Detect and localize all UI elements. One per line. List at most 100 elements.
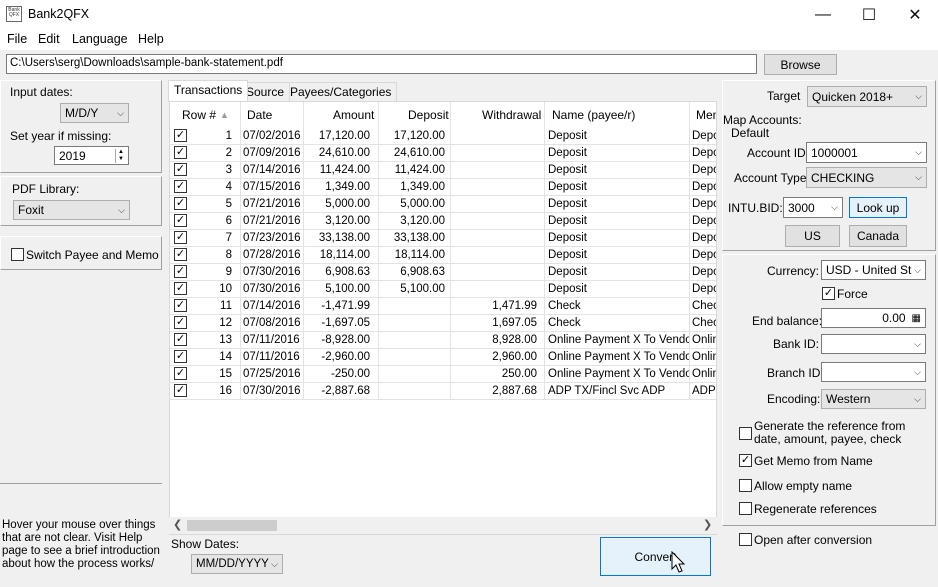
- row-include-checkbox[interactable]: ✓: [174, 316, 187, 329]
- file-path-input[interactable]: C:\Users\serg\Downloads\sample-bank-stat…: [6, 54, 757, 74]
- cell-withdrawal[interactable]: 250.00: [470, 368, 537, 380]
- minimize-button[interactable]: —: [800, 0, 846, 30]
- cell-amount[interactable]: 24,610.00: [304, 147, 370, 159]
- table-row[interactable]: ✓ 5 07/21/2016 5,000.00 5,000.00 Deposit Depo: [170, 196, 716, 213]
- cell-memo[interactable]: Depo: [692, 232, 716, 244]
- col-row-number[interactable]: Row #: [182, 108, 216, 122]
- cell-memo[interactable]: Onlin: [692, 334, 716, 346]
- force-checkbox[interactable]: ✓: [822, 287, 835, 300]
- cell-amount[interactable]: 5,000.00: [304, 198, 370, 210]
- scroll-thumb[interactable]: [187, 520, 277, 531]
- cell-n[interactable]: 10: [190, 283, 232, 295]
- row-include-checkbox[interactable]: ✓: [174, 231, 187, 244]
- menu-file[interactable]: File: [7, 32, 27, 46]
- cell-n[interactable]: 12: [190, 317, 232, 329]
- convert-button[interactable]: Convert: [600, 537, 711, 576]
- table-row[interactable]: ✓ 10 07/30/2016 5,100.00 5,100.00 Deposit Depo: [170, 281, 716, 298]
- cell-deposit[interactable]: 24,610.00: [380, 147, 445, 159]
- table-row[interactable]: ✓ 1 07/02/2016 17,120.00 17,120.00 Deposit Dep…: [170, 128, 716, 145]
- cell-withdrawal[interactable]: 1,471.99: [470, 300, 537, 312]
- cell-amount[interactable]: 3,120.00: [304, 215, 370, 227]
- cell-amount[interactable]: -1,697.05: [304, 317, 370, 329]
- cell-n[interactable]: 16: [190, 385, 232, 397]
- target-select[interactable]: Quicken 2018+ ⌵: [807, 86, 927, 107]
- row-include-checkbox[interactable]: ✓: [174, 367, 187, 380]
- cell-n[interactable]: 6: [190, 215, 232, 227]
- cell-name[interactable]: Online Payment X To Vendor: [548, 368, 690, 380]
- cell-deposit[interactable]: 6,908.63: [380, 266, 445, 278]
- cell-n[interactable]: 5: [190, 198, 232, 210]
- cell-amount[interactable]: -1,471.99: [304, 300, 370, 312]
- cell-n[interactable]: 13: [190, 334, 232, 346]
- cell-memo[interactable]: Depo: [692, 147, 716, 159]
- col-date[interactable]: Date: [247, 108, 272, 122]
- encoding-select[interactable]: Western ⌵: [821, 389, 926, 409]
- scroll-left-icon[interactable]: ❮: [173, 518, 182, 531]
- row-include-checkbox[interactable]: ✓: [174, 350, 187, 363]
- currency-combo[interactable]: USD - United Sta ⌵: [821, 260, 926, 280]
- cell-deposit[interactable]: 5,100.00: [380, 283, 445, 295]
- cell-name[interactable]: Deposit: [548, 215, 690, 227]
- cell-memo[interactable]: Depo: [692, 215, 716, 227]
- browse-button[interactable]: Browse: [764, 54, 837, 75]
- bank-id-combo[interactable]: ⌵: [821, 334, 926, 354]
- table-row[interactable]: ✓ 2 07/09/2016 24,610.00 24,610.00 Deposit Dep…: [170, 145, 716, 162]
- cell-name[interactable]: Deposit: [548, 130, 690, 142]
- table-row[interactable]: ✓ 4 07/15/2016 1,349.00 1,349.00 Deposit Depo: [170, 179, 716, 196]
- row-include-checkbox[interactable]: ✓: [174, 265, 187, 278]
- cell-n[interactable]: 14: [190, 351, 232, 363]
- cell-memo[interactable]: Depo: [692, 266, 716, 278]
- row-include-checkbox[interactable]: ✓: [174, 197, 187, 210]
- col-memo[interactable]: Mem: [696, 108, 716, 122]
- branch-id-combo[interactable]: ⌵: [821, 362, 926, 382]
- tab-payees-categories[interactable]: Payees/Categories: [284, 82, 398, 101]
- cell-name[interactable]: Check: [548, 300, 690, 312]
- row-include-checkbox[interactable]: ✓: [174, 248, 187, 261]
- calculator-icon[interactable]: ▦: [912, 313, 921, 324]
- cell-name[interactable]: Online Payment X To Vendor: [548, 334, 690, 346]
- table-row[interactable]: ✓ 8 07/28/2016 18,114.00 18,114.00 Deposit Dep…: [170, 247, 716, 264]
- open-after-checkbox[interactable]: [739, 533, 752, 546]
- table-row[interactable]: ✓ 15 07/25/2016 -250.00 250.00 Online Payment…: [170, 366, 716, 383]
- table-row[interactable]: ✓ 11 07/14/2016 -1,471.99 1,471.99 Check Chec: [170, 298, 716, 315]
- lookup-button[interactable]: Look up: [849, 197, 907, 218]
- account-type-select[interactable]: CHECKING ⌵: [806, 167, 927, 188]
- cell-deposit[interactable]: 33,138.00: [380, 232, 445, 244]
- col-withdrawal[interactable]: Withdrawal: [482, 108, 541, 122]
- cell-amount[interactable]: -250.00: [304, 368, 370, 380]
- cell-n[interactable]: 3: [190, 164, 232, 176]
- cell-deposit[interactable]: 5,000.00: [380, 198, 445, 210]
- table-row[interactable]: ✓ 7 07/23/2016 33,138.00 33,138.00 Deposit Dep…: [170, 230, 716, 247]
- table-row[interactable]: ✓ 16 07/30/2016 -2,887.68 2,887.68 ADP TX/Fin…: [170, 383, 716, 400]
- close-button[interactable]: ✕: [892, 0, 938, 30]
- cell-n[interactable]: 2: [190, 147, 232, 159]
- cell-name[interactable]: Deposit: [548, 181, 690, 193]
- cell-amount[interactable]: -2,960.00: [304, 351, 370, 363]
- cell-withdrawal[interactable]: 8,928.00: [470, 334, 537, 346]
- cell-deposit[interactable]: 11,424.00: [380, 164, 445, 176]
- cell-n[interactable]: 4: [190, 181, 232, 193]
- us-button[interactable]: US: [785, 225, 840, 247]
- tab-transactions[interactable]: Transactions: [168, 80, 249, 102]
- cell-amount[interactable]: 11,424.00: [304, 164, 370, 176]
- cell-amount[interactable]: 6,908.63: [304, 266, 370, 278]
- cell-deposit[interactable]: 3,120.00: [380, 215, 445, 227]
- col-name[interactable]: Name (payee/r): [552, 108, 635, 122]
- cell-amount[interactable]: 18,114.00: [304, 249, 370, 261]
- cell-n[interactable]: 1: [190, 130, 232, 142]
- col-amount[interactable]: Amount: [333, 108, 374, 122]
- table-row[interactable]: ✓ 13 07/11/2016 -8,928.00 8,928.00 Online Pay…: [170, 332, 716, 349]
- row-include-checkbox[interactable]: ✓: [174, 214, 187, 227]
- account-id-combo[interactable]: 1000001 ⌵: [806, 142, 927, 163]
- cell-name[interactable]: Deposit: [548, 283, 690, 295]
- table-row[interactable]: ✓ 9 07/30/2016 6,908.63 6,908.63 Deposit Depo: [170, 264, 716, 281]
- cell-amount[interactable]: 5,100.00: [304, 283, 370, 295]
- grid-horizontal-scrollbar[interactable]: ❮ ❯: [169, 517, 717, 534]
- generate-reference-checkbox[interactable]: [739, 427, 752, 440]
- cell-memo[interactable]: Depo: [692, 283, 716, 295]
- cell-deposit[interactable]: 1,349.00: [380, 181, 445, 193]
- cell-deposit[interactable]: 18,114.00: [380, 249, 445, 261]
- cell-memo[interactable]: Depo: [692, 198, 716, 210]
- cell-deposit[interactable]: 17,120.00: [380, 130, 445, 142]
- cell-amount[interactable]: 17,120.00: [304, 130, 370, 142]
